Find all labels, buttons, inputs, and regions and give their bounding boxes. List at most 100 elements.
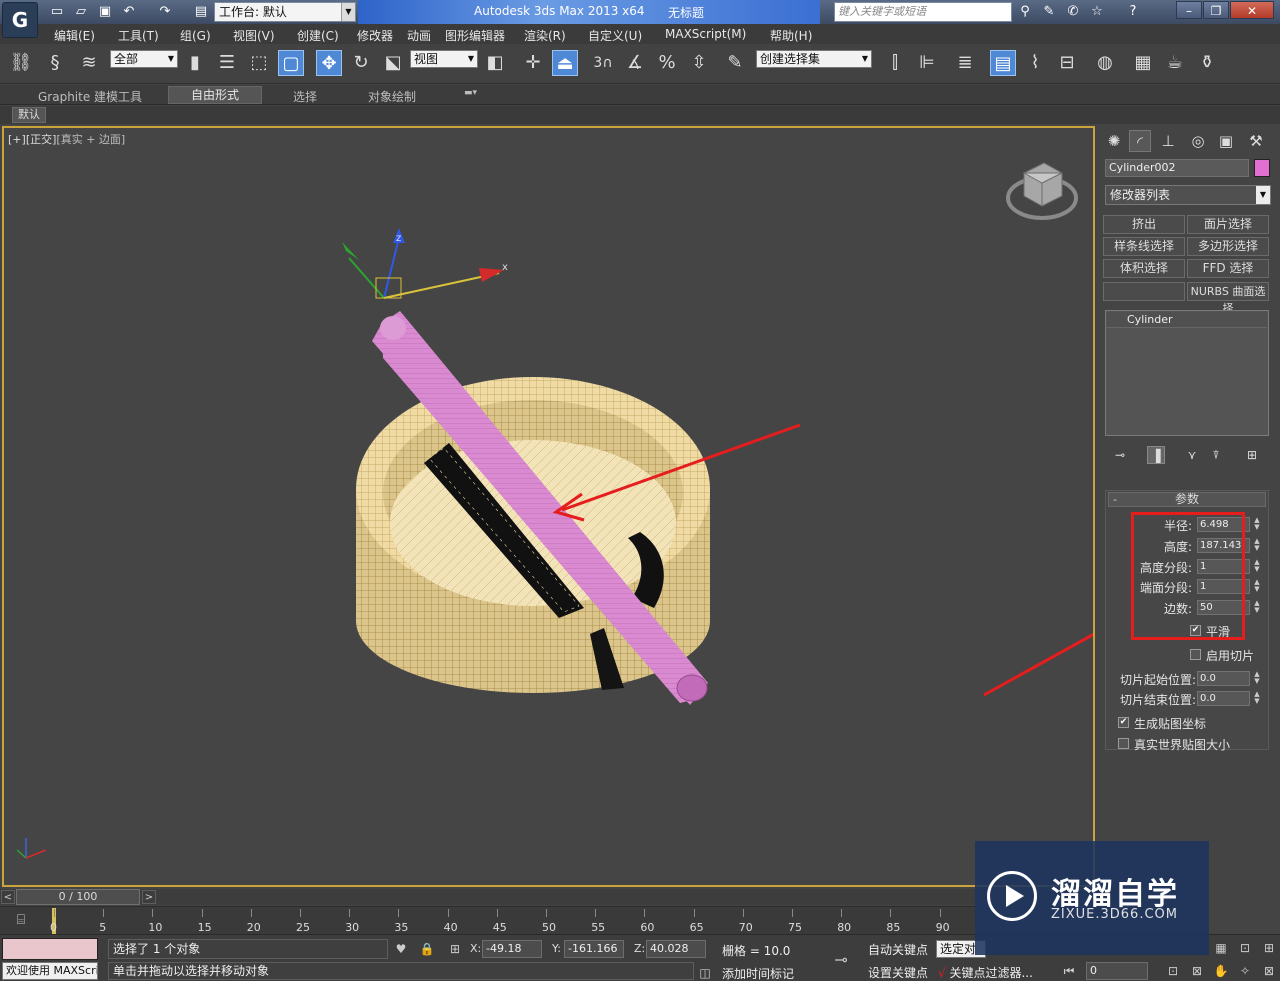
- edit-named-selection-icon[interactable]: ✎: [722, 50, 748, 76]
- maximize-viewport-icon[interactable]: ⊠: [1260, 962, 1278, 980]
- modifier-list-dropdown[interactable]: 修改器列表 ▼: [1105, 185, 1271, 205]
- bind-spacewarp-icon[interactable]: ≋: [76, 50, 102, 76]
- time-slider-thumb[interactable]: 0 / 100: [16, 889, 140, 905]
- cap-segments-spinner[interactable]: ▲ ▼: [1252, 579, 1262, 594]
- slice-to-spinner[interactable]: ▲ ▼: [1252, 691, 1262, 706]
- viewcube-icon[interactable]: [1006, 162, 1078, 220]
- zoom-all-icon[interactable]: ▦: [1212, 939, 1230, 957]
- project-folder-icon[interactable]: ▤: [192, 3, 210, 21]
- menu-help[interactable]: 帮助(H): [770, 27, 812, 44]
- select-by-name-icon[interactable]: ☰: [214, 50, 240, 76]
- select-scale-icon[interactable]: ⬕: [380, 50, 406, 76]
- key-icon[interactable]: ⊸: [826, 950, 856, 969]
- unlink-icon[interactable]: §: [42, 50, 68, 76]
- pivot-center-icon[interactable]: ◧: [482, 50, 508, 76]
- layer-manager-icon[interactable]: ≣: [952, 50, 978, 76]
- ribbon-options-icon[interactable]: ▬▾: [464, 88, 477, 98]
- named-selection-dropdown[interactable]: 创建选择集 ▼: [756, 50, 872, 68]
- selection-filter-dropdown[interactable]: 全部 ▼: [110, 50, 178, 68]
- track-bar[interactable]: ⌸ 0 5 10 15 20 25 30 35 40 45 50 55 60 65 70 75 80 85 90: [0, 906, 975, 934]
- open-file-icon[interactable]: ▱: [72, 3, 90, 21]
- hierarchy-tab-icon[interactable]: ⊥: [1157, 130, 1179, 152]
- mini-curve-editor-icon[interactable]: ⌸: [10, 912, 32, 930]
- object-name-field[interactable]: Cylinder002: [1105, 159, 1249, 177]
- display-tab-icon[interactable]: ▣: [1215, 130, 1237, 152]
- height-segments-spinner[interactable]: ▲ ▼: [1252, 559, 1262, 574]
- undo-icon[interactable]: ↶: [120, 3, 138, 21]
- minimize-button[interactable]: –: [1176, 1, 1202, 19]
- modifier-empty-button[interactable]: [1103, 282, 1185, 301]
- menu-create[interactable]: 创建(C): [297, 27, 339, 44]
- make-unique-icon[interactable]: ⋎: [1183, 446, 1201, 464]
- modifier-ffd-select-button[interactable]: FFD 选择: [1187, 259, 1269, 278]
- pin-stack-icon[interactable]: ⊸: [1111, 446, 1129, 464]
- redo-icon[interactable]: ↷: [156, 3, 174, 21]
- workspace-dropdown[interactable]: 工作台: 默认 ▼: [214, 2, 356, 22]
- next-frame-icon[interactable]: >: [142, 890, 156, 904]
- show-end-result-icon[interactable]: ▐: [1147, 446, 1165, 464]
- zoom-extents-icon[interactable]: ⊡: [1164, 962, 1182, 980]
- favorites-icon[interactable]: ☆: [1088, 3, 1106, 21]
- real-world-checkbox[interactable]: [1118, 738, 1129, 749]
- app-logo-icon[interactable]: G: [2, 2, 38, 38]
- lock-selection-icon[interactable]: 🔒: [418, 940, 436, 958]
- sides-spinner[interactable]: ▲ ▼: [1252, 600, 1262, 615]
- subscription-icon[interactable]: ✎: [1040, 3, 1058, 21]
- manipulate-icon[interactable]: ✛: [520, 50, 546, 76]
- modifier-vol-select-button[interactable]: 体积选择: [1103, 259, 1185, 278]
- rollout-header[interactable]: - 参数: [1108, 492, 1266, 507]
- menu-edit[interactable]: 编辑(E): [54, 27, 95, 44]
- tab-freeform[interactable]: 自由形式: [168, 86, 263, 104]
- menu-animation[interactable]: 动画: [407, 27, 431, 44]
- snaps-toggle-icon[interactable]: 3∩: [590, 50, 616, 76]
- isolate-selection-icon[interactable]: ♥: [392, 940, 410, 958]
- object-color-swatch[interactable]: [1254, 159, 1270, 177]
- slice-to-field[interactable]: 0.0: [1197, 691, 1250, 706]
- spinner-snap-icon[interactable]: ⇳: [686, 50, 712, 76]
- rendered-frame-icon[interactable]: ☕: [1162, 50, 1188, 76]
- x-coord-field[interactable]: -49.18: [482, 940, 542, 958]
- set-key-button[interactable]: 设置关键点: [868, 964, 928, 981]
- menu-maxscript[interactable]: MAXScript(M): [665, 27, 746, 41]
- pan-icon[interactable]: ✋: [1212, 962, 1230, 980]
- go-to-start-icon[interactable]: ⏮: [1060, 962, 1078, 980]
- render-production-icon[interactable]: ⚱: [1194, 50, 1220, 76]
- modifier-patch-select-button[interactable]: 面片选择: [1187, 215, 1269, 234]
- select-move-icon[interactable]: ✥: [316, 50, 342, 76]
- tab-object-paint[interactable]: 对象绘制: [368, 88, 416, 105]
- remove-modifier-icon[interactable]: ⍒: [1207, 446, 1225, 464]
- menu-graph-editors[interactable]: 图形编辑器: [445, 27, 505, 44]
- render-setup-icon[interactable]: ▦: [1130, 50, 1156, 76]
- modify-tab-icon[interactable]: ◜: [1129, 130, 1151, 152]
- current-frame-field[interactable]: 0: [1086, 962, 1148, 980]
- graphite-toggle-icon[interactable]: ▤: [990, 50, 1016, 76]
- slice-on-checkbox[interactable]: [1190, 649, 1201, 660]
- menu-group[interactable]: 组(G): [180, 27, 211, 44]
- communication-icon[interactable]: ✆: [1064, 3, 1082, 21]
- field-of-view-icon[interactable]: ⊠: [1188, 962, 1206, 980]
- modifier-poly-select-button[interactable]: 多边形选择: [1187, 237, 1269, 256]
- absolute-mode-icon[interactable]: ⊞: [446, 940, 464, 958]
- z-coord-field[interactable]: 40.028: [646, 940, 706, 958]
- height-spinner[interactable]: ▲ ▼: [1252, 538, 1262, 553]
- window-crossing-icon[interactable]: ▢: [278, 50, 304, 76]
- schematic-view-icon[interactable]: ⊟: [1054, 50, 1080, 76]
- close-button[interactable]: ✕: [1230, 1, 1274, 19]
- select-object-icon[interactable]: ▮: [182, 50, 208, 76]
- percent-snap-icon[interactable]: %: [654, 50, 680, 76]
- help-icon[interactable]: ?: [1124, 3, 1142, 21]
- add-time-tag-button[interactable]: 添加时间标记: [722, 965, 794, 981]
- orbit-icon[interactable]: ✧: [1236, 962, 1254, 980]
- binoculars-icon[interactable]: ⚲: [1016, 3, 1034, 21]
- maxscript-listener-text[interactable]: 欢迎使用 MAXScri: [2, 962, 98, 980]
- align-icon[interactable]: ⊫: [914, 50, 940, 76]
- motion-tab-icon[interactable]: ◎: [1187, 130, 1209, 152]
- reference-coord-dropdown[interactable]: 视图 ▼: [410, 50, 478, 68]
- modifier-nurbs-select-button[interactable]: NURBS 曲面选择: [1187, 282, 1269, 315]
- keyboard-shortcut-override-icon[interactable]: ⏏: [552, 50, 578, 76]
- gen-mapping-checkbox[interactable]: ✔: [1118, 717, 1129, 728]
- rect-selection-icon[interactable]: ⬚: [246, 50, 272, 76]
- time-slider[interactable]: < 0 / 100 >: [0, 889, 975, 905]
- modifier-stack[interactable]: Cylinder: [1105, 310, 1269, 436]
- configure-sets-icon[interactable]: ⊞: [1243, 446, 1261, 464]
